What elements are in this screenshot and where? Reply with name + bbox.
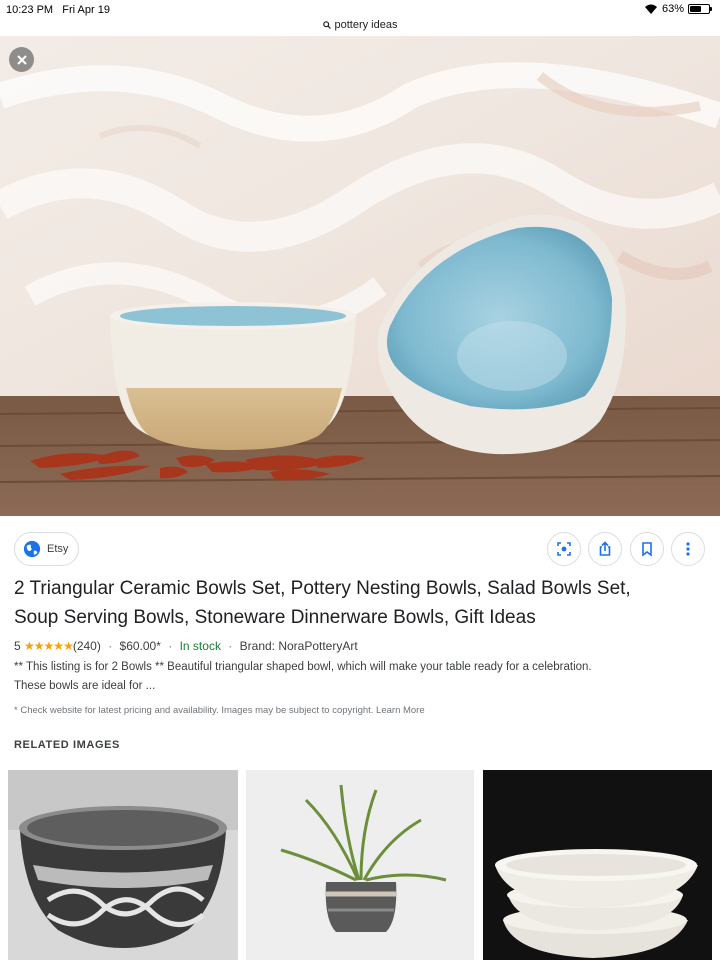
- wifi-icon: [644, 4, 657, 14]
- result-title-line2: Soup Serving Bowls, Stoneware Dinnerware…: [14, 607, 536, 628]
- battery-icon: [688, 4, 712, 14]
- brand: Brand: NoraPotteryArt: [239, 639, 358, 653]
- pricing-note[interactable]: * Check website for latest pricing and a…: [14, 705, 714, 716]
- battery-percent: 63%: [661, 3, 684, 15]
- result-title[interactable]: 2 Triangular Ceramic Bowls Set, Pottery …: [14, 574, 704, 632]
- status-bar: 10:23 PM Fri Apr 19 63%: [0, 0, 720, 20]
- rating-stars-icon: ★★★★★: [24, 639, 74, 653]
- source-site-name: Etsy: [47, 543, 69, 555]
- battery-fill: [690, 6, 701, 12]
- description-line2: These bowls are ideal for ...: [14, 680, 156, 692]
- lens-icon: [557, 542, 571, 556]
- status-time: 10:23 PM Fri Apr 19: [6, 4, 110, 16]
- rating-value: 5: [14, 639, 21, 653]
- close-icon: [16, 54, 27, 65]
- related-images-heading: RELATED IMAGES: [14, 739, 120, 751]
- result-title-line1: 2 Triangular Ceramic Bowls Set, Pottery …: [14, 578, 631, 599]
- main-image: [0, 36, 720, 516]
- result-meta: 5 ★★★★★(240) · $60.00* · In stock · Bran…: [14, 639, 714, 653]
- related-image-thumbnail[interactable]: [483, 770, 712, 960]
- source-row: Etsy: [14, 532, 706, 566]
- review-count: (240): [72, 639, 101, 653]
- globe-icon: [23, 540, 41, 558]
- bookmark-icon: [642, 542, 652, 557]
- share-button[interactable]: [588, 532, 622, 566]
- more-vert-icon: [686, 542, 690, 556]
- url-bar[interactable]: pottery ideas: [0, 18, 720, 36]
- related-image-thumbnail[interactable]: [8, 770, 238, 960]
- share-icon: [599, 541, 611, 556]
- close-button[interactable]: [9, 47, 34, 72]
- meta-separator: ·: [168, 639, 173, 653]
- source-chip[interactable]: Etsy: [14, 532, 80, 566]
- meta-separator: ·: [228, 639, 233, 653]
- save-button[interactable]: [630, 532, 664, 566]
- stock-status: In stock: [179, 639, 221, 653]
- price: $60.00*: [119, 639, 161, 653]
- status-right: 63%: [644, 3, 712, 15]
- description-line1: ** This listing is for 2 Bowls ** Beauti…: [14, 661, 592, 673]
- more-options-button[interactable]: [671, 532, 705, 566]
- search-query: pottery ideas: [334, 19, 398, 31]
- related-image-thumbnail[interactable]: [246, 770, 474, 960]
- result-description: ** This listing is for 2 Bowls ** Beauti…: [14, 658, 714, 696]
- search-icon: [322, 21, 331, 29]
- lens-button[interactable]: [547, 532, 581, 566]
- meta-separator: ·: [108, 639, 113, 653]
